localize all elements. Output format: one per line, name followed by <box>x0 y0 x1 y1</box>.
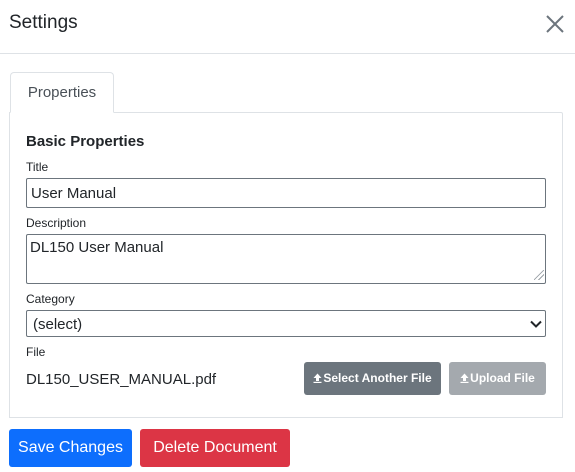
category-label: Category <box>26 292 75 306</box>
delete-document-button[interactable]: Delete Document <box>140 429 290 467</box>
select-another-file-label: Select Another File <box>323 371 432 385</box>
title-input[interactable] <box>26 178 546 208</box>
category-selected-value: (select) <box>33 316 83 333</box>
close-icon <box>546 15 564 33</box>
upload-file-button[interactable]: Upload File <box>449 362 546 395</box>
description-textarea[interactable]: DL150 User Manual <box>26 234 546 284</box>
file-label: File <box>26 345 46 359</box>
upload-icon <box>460 373 469 383</box>
select-another-file-button[interactable]: Select Another File <box>304 362 441 395</box>
upload-file-label: Upload File <box>470 371 535 385</box>
chevron-down-icon <box>530 320 542 328</box>
tab-properties[interactable]: Properties <box>10 72 114 113</box>
file-name: DL150_USER_MANUAL.pdf <box>26 371 217 388</box>
category-select[interactable]: (select) <box>26 310 546 337</box>
title-label: Title <box>26 160 49 174</box>
section-title: Basic Properties <box>26 133 145 150</box>
close-button[interactable] <box>543 12 567 36</box>
save-changes-button[interactable]: Save Changes <box>9 429 132 467</box>
description-label: Description <box>26 216 87 230</box>
dialog-title: Settings <box>9 12 78 33</box>
upload-icon <box>313 373 322 383</box>
dialog-header: Settings <box>0 0 575 54</box>
resize-handle[interactable] <box>534 270 544 280</box>
